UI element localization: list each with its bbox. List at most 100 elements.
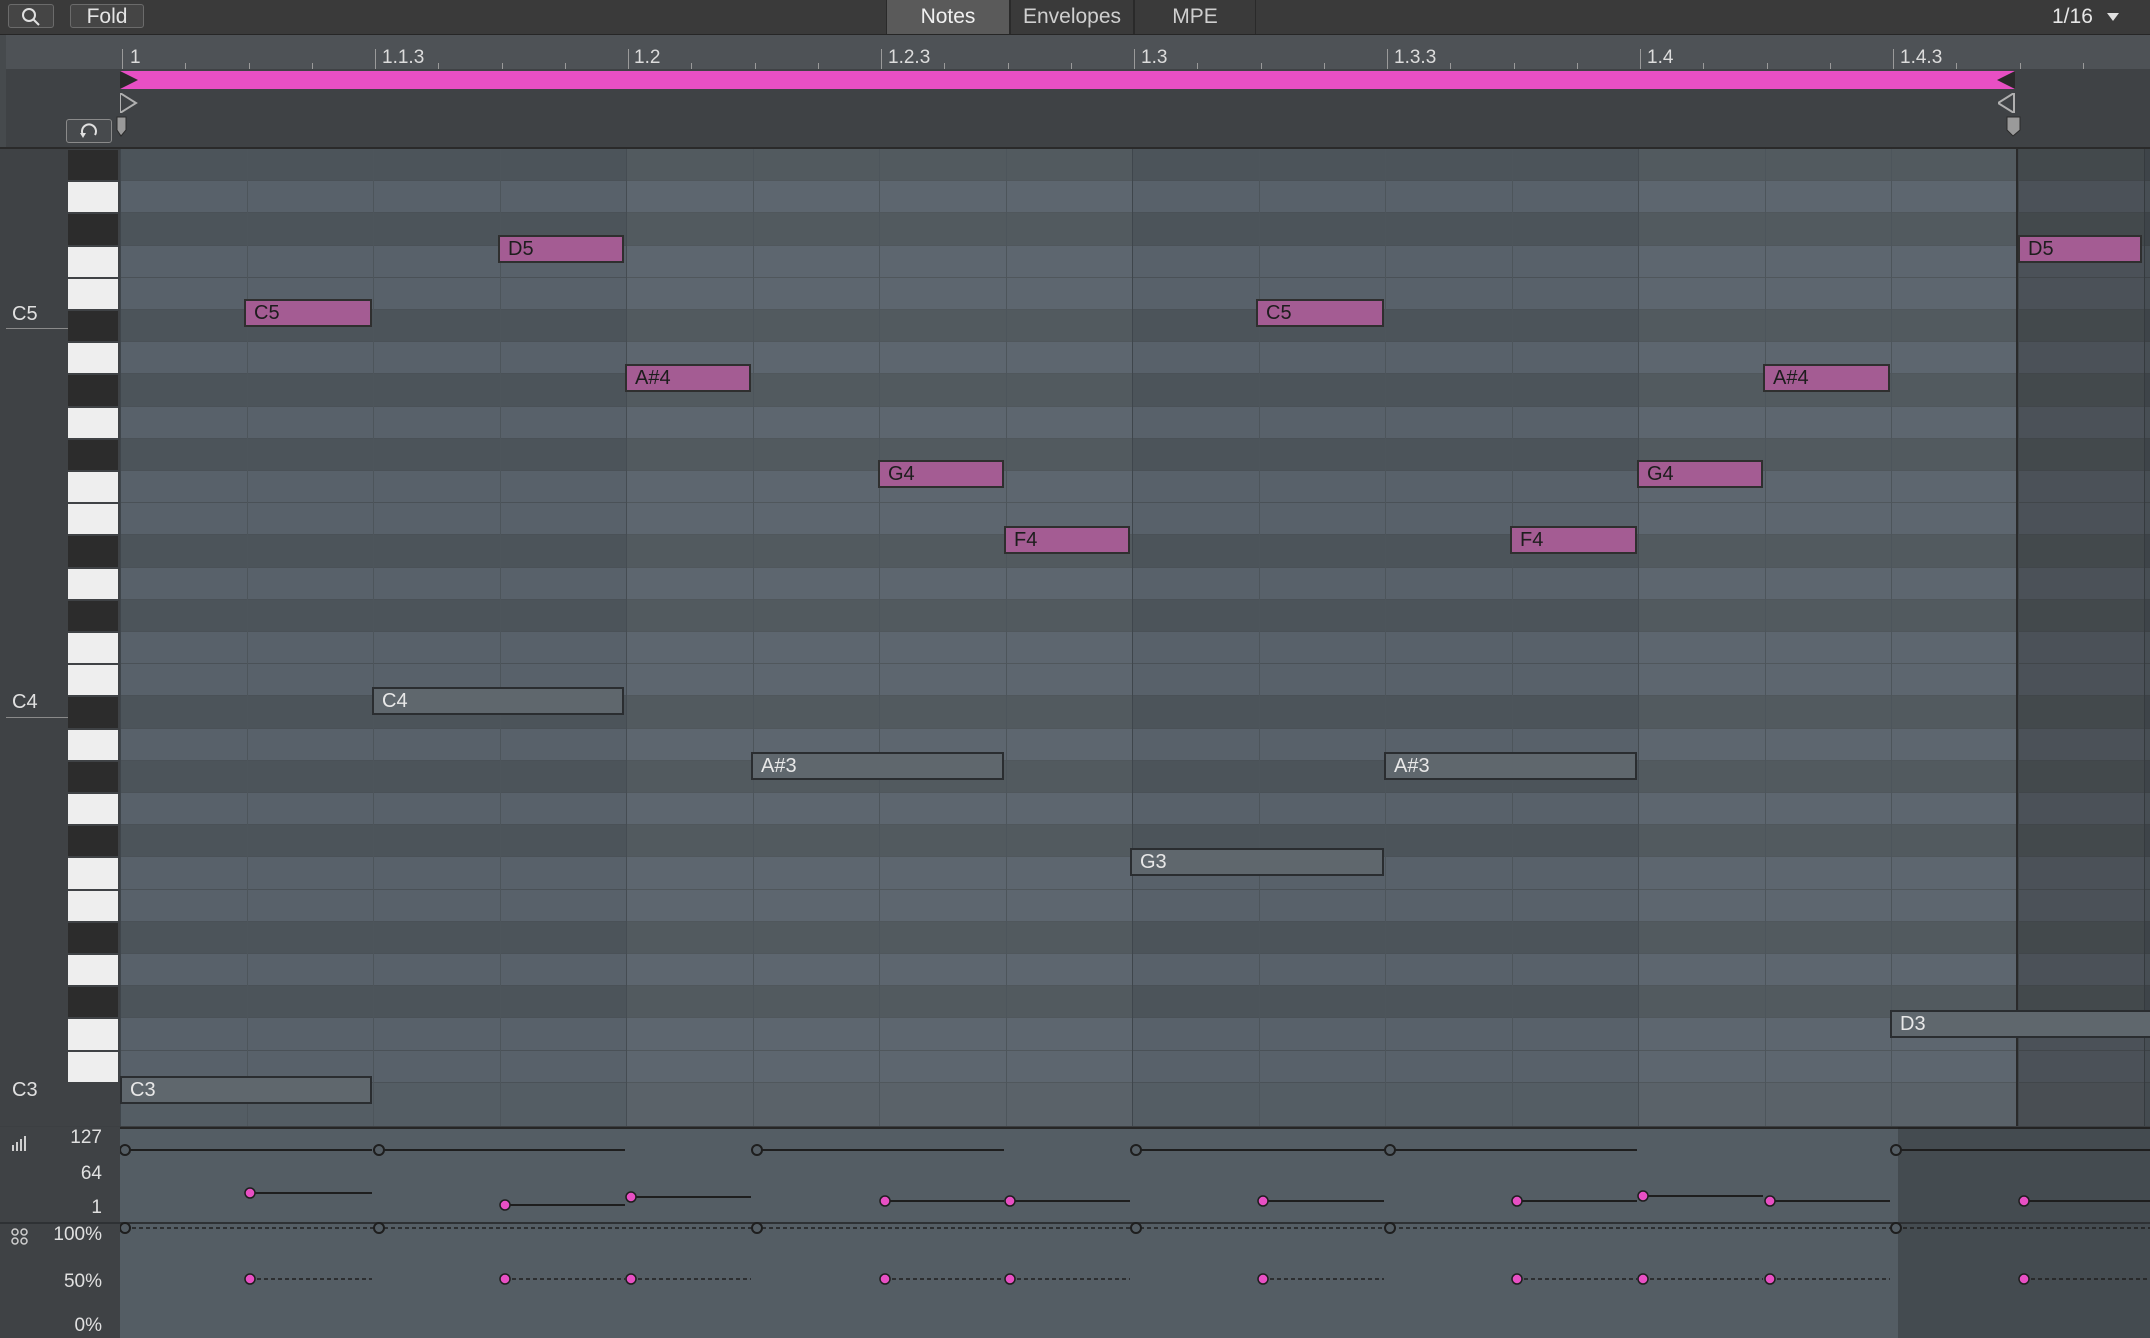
end-marker[interactable] <box>1998 93 2016 113</box>
ruler-tick <box>185 63 187 69</box>
white-key[interactable] <box>68 182 118 213</box>
piano-keyboard[interactable]: C5 C4 C3 <box>0 149 120 1126</box>
black-key[interactable] <box>68 439 118 470</box>
note-c5[interactable]: C5 <box>1256 299 1384 327</box>
white-key[interactable] <box>68 246 118 277</box>
loop-toggle-button[interactable] <box>66 119 112 143</box>
ruler-tick <box>1260 63 1262 69</box>
clip-end-handle[interactable] <box>2006 116 2022 138</box>
note-d5[interactable]: D5 <box>498 235 624 263</box>
velocity-lane[interactable] <box>120 1144 2150 1211</box>
velocity-handle <box>1384 1144 1396 1156</box>
note-g3[interactable]: G3 <box>1130 848 1384 876</box>
grid-size-value: 1/16 <box>2052 5 2093 28</box>
white-key[interactable] <box>68 568 118 599</box>
note-grid[interactable]: D5 C5 A#4 G4 F4 C4 A#3 G3 C5 A#3 F4 G4 A… <box>120 149 2150 1126</box>
note-label: G4 <box>1647 463 1674 485</box>
note-label: D3 <box>1900 1013 1926 1035</box>
ruler-label: 1 <box>130 47 141 68</box>
white-key[interactable] <box>68 1051 118 1082</box>
white-key[interactable] <box>68 858 118 889</box>
octave-label-c4: C4 <box>12 691 38 713</box>
white-key[interactable] <box>68 890 118 921</box>
white-key[interactable] <box>68 407 118 438</box>
note-d5[interactable]: D5 <box>2018 235 2142 263</box>
ruler-tick <box>2082 63 2084 69</box>
ruler-tick <box>1450 63 1452 69</box>
note-f4[interactable]: F4 <box>1510 526 1637 554</box>
note-c4[interactable]: C4 <box>372 687 624 715</box>
note-c3[interactable]: C3 <box>120 1076 372 1104</box>
grid-line <box>499 149 501 1126</box>
black-key[interactable] <box>68 761 118 792</box>
tab-mpe[interactable]: MPE <box>1134 0 1256 34</box>
note-a-sharp-3[interactable]: A#3 <box>751 752 1004 780</box>
black-key[interactable] <box>68 987 118 1018</box>
black-key[interactable] <box>68 826 118 857</box>
black-key[interactable] <box>68 214 118 245</box>
velocity-handle <box>879 1195 891 1207</box>
chance-lane[interactable] <box>120 1222 2150 1285</box>
chance-label-min: 0% <box>74 1315 102 1336</box>
white-key[interactable] <box>68 472 118 503</box>
white-key[interactable] <box>68 729 118 760</box>
ruler-label: 1.1.3 <box>382 47 425 68</box>
note-g4[interactable]: G4 <box>1637 460 1763 488</box>
ruler-label: 1.2 <box>634 47 661 68</box>
ruler-tick <box>1829 63 1831 69</box>
tab-envelopes[interactable]: Envelopes <box>1010 0 1134 34</box>
ruler-tick <box>1007 63 1009 69</box>
note-c5[interactable]: C5 <box>244 299 372 327</box>
loop-brace[interactable] <box>120 71 2015 89</box>
ruler-bar[interactable] <box>6 35 2150 69</box>
note-label: C5 <box>1266 302 1292 324</box>
white-key[interactable] <box>68 794 118 825</box>
note-a-sharp-4[interactable]: A#4 <box>1763 364 1890 392</box>
ruler-tick <box>2019 63 2021 69</box>
fold-button[interactable]: Fold <box>70 4 144 28</box>
white-key[interactable] <box>68 633 118 664</box>
loop-icon <box>80 123 97 138</box>
black-key[interactable] <box>68 600 118 631</box>
ruler-tick <box>248 63 250 69</box>
note-label: G3 <box>1140 851 1167 873</box>
white-key[interactable] <box>68 504 118 535</box>
search-button[interactable] <box>8 4 54 28</box>
black-key[interactable] <box>68 150 118 181</box>
white-key[interactable] <box>68 1019 118 1050</box>
triangle-down-icon <box>2106 13 2119 21</box>
octave-divider <box>6 328 68 329</box>
white-key[interactable] <box>68 955 118 986</box>
clip-start-handle[interactable] <box>116 116 128 138</box>
velocity-chance-editor[interactable] <box>120 1127 2150 1338</box>
ruler-tick <box>817 63 819 69</box>
black-key[interactable] <box>68 375 118 406</box>
search-icon <box>22 8 40 26</box>
loop-start-marker[interactable] <box>120 71 140 89</box>
velocity-label-min: 1 <box>91 1197 102 1218</box>
note-label: C3 <box>130 1079 156 1101</box>
black-key[interactable] <box>68 922 118 953</box>
white-key[interactable] <box>68 278 118 309</box>
black-key[interactable] <box>68 311 118 342</box>
white-key[interactable] <box>68 343 118 374</box>
grid-size-selector[interactable]: 1/16 <box>2052 0 2121 34</box>
black-key[interactable] <box>68 697 118 728</box>
velocity-handle <box>244 1187 256 1199</box>
ruler-label: 1.2.3 <box>888 47 931 68</box>
out-of-loop-shade <box>2018 149 2150 1126</box>
loop-end-marker[interactable] <box>1997 71 2017 89</box>
start-marker[interactable] <box>120 93 138 113</box>
black-key[interactable] <box>68 536 118 567</box>
note-a-sharp-4[interactable]: A#4 <box>625 364 751 392</box>
tab-notes[interactable]: Notes <box>886 0 1010 34</box>
grid-line <box>1891 149 1892 1126</box>
white-key[interactable] <box>68 665 118 696</box>
note-f4[interactable]: F4 <box>1004 526 1130 554</box>
note-g4[interactable]: G4 <box>878 460 1004 488</box>
note-d3[interactable]: D3 <box>1890 1010 2150 1038</box>
note-a-sharp-3[interactable]: A#3 <box>1384 752 1637 780</box>
note-label: F4 <box>1014 529 1038 551</box>
time-ruler[interactable]: 1 1.1.3 1.2 1.2.3 1.3 1.3.3 1.4 1.4.3 <box>0 35 2150 149</box>
ruler-tick <box>1766 63 1768 69</box>
